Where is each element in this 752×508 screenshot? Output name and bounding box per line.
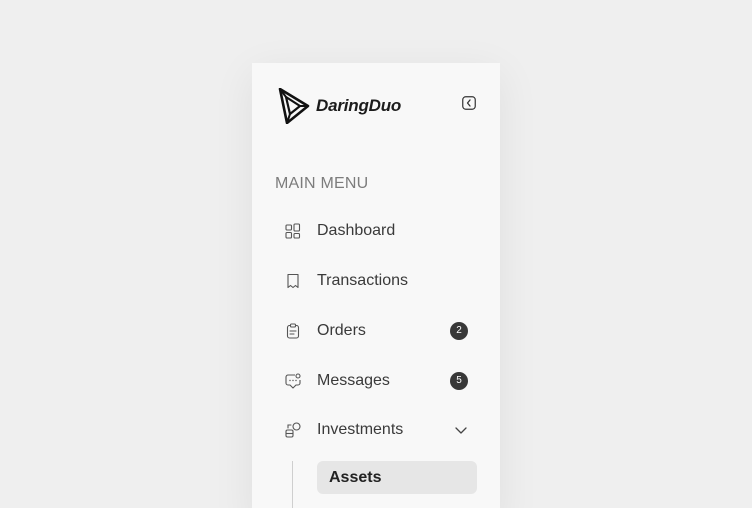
sidebar-item-label: Messages	[317, 372, 390, 389]
sidebar-item-label: Orders	[317, 322, 366, 339]
chevron-down-icon[interactable]	[454, 423, 468, 437]
section-title-main-menu: MAIN MENU	[275, 175, 369, 192]
sidebar-subitem-label: Assets	[329, 469, 382, 486]
chat-icon	[285, 373, 301, 389]
submenu-connector-line	[292, 461, 293, 508]
sidebar-item-orders[interactable]: Orders 2	[275, 311, 477, 351]
page: DaringDuo MAIN MENU Dashboard Transactio…	[0, 0, 752, 508]
triangle-logo-icon	[278, 88, 310, 124]
sidebar-item-label: Investments	[317, 421, 404, 438]
sidebar-item-transactions[interactable]: Transactions	[275, 261, 477, 301]
receipt-icon	[285, 273, 301, 289]
sidebar-item-investments[interactable]: Investments	[275, 410, 477, 450]
sidebar-item-label: Transactions	[317, 272, 408, 289]
sidebar: DaringDuo MAIN MENU Dashboard Transactio…	[252, 63, 500, 508]
investment-icon	[285, 422, 301, 438]
sidebar-item-label: Dashboard	[317, 222, 396, 239]
collapse-sidebar-button[interactable]	[461, 95, 477, 115]
brand-name: DaringDuo	[316, 96, 402, 115]
sidebar-item-dashboard[interactable]: Dashboard	[275, 211, 477, 251]
grid-icon	[285, 223, 301, 239]
chevron-left-icon	[462, 95, 476, 115]
sidebar-item-messages[interactable]: Messages 5	[275, 361, 477, 401]
sidebar-subitem-assets[interactable]: Assets	[317, 461, 477, 494]
clipboard-icon	[285, 323, 301, 339]
brand[interactable]: DaringDuo	[278, 88, 401, 124]
messages-count-badge: 5	[450, 372, 468, 390]
orders-count-badge: 2	[450, 322, 468, 340]
